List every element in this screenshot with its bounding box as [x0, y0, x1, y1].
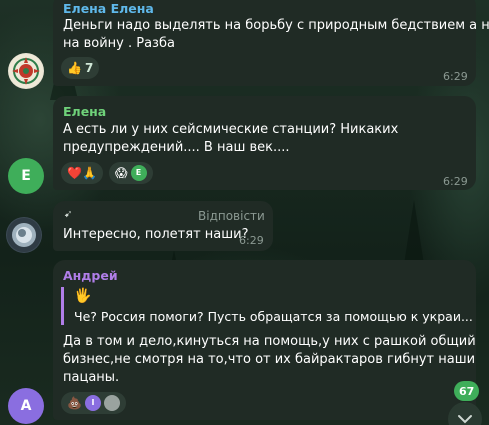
lens-avatar-icon — [7, 218, 41, 252]
avatar[interactable]: А — [8, 388, 44, 424]
message-time: 6:29 — [239, 234, 264, 247]
reaction-chip[interactable]: 👍 7 — [61, 57, 100, 79]
avatar[interactable]: Е — [8, 158, 44, 194]
sender-name[interactable]: Елена Елена — [63, 0, 154, 18]
reaction-chip[interactable]: ❤️🙏 — [61, 162, 103, 184]
reply-button[interactable]: Відповісти — [198, 207, 265, 225]
unread-count-badge[interactable]: 67 — [454, 381, 480, 401]
poop-icon: 💩 — [67, 396, 82, 410]
sender-name[interactable]: Андрей — [63, 267, 118, 285]
message-text-line: на войну . Разба — [63, 36, 175, 51]
quote-text: Че? Россия помоги? Пусть обращатся за по… — [74, 309, 473, 324]
raised-hand-icon: 🖐 — [74, 288, 92, 304]
reactor-avatar: І — [84, 395, 101, 411]
reply-icon: ➹ — [64, 209, 73, 220]
heart-pray-icon: ❤️🙏 — [67, 166, 97, 180]
message-text-line: бизнес,не смотря на то,что от их байракт… — [63, 352, 476, 367]
reaction-count: 7 — [84, 61, 94, 75]
chevron-down-icon — [458, 415, 472, 424]
reply-quote[interactable]: 🖐 Че? Россия помоги? Пусть обращатся за … — [61, 287, 473, 325]
reactor-avatar: Е — [130, 165, 147, 181]
message-time: 6:29 — [443, 70, 468, 83]
message-text-line: Интересно, полетят наши? — [63, 227, 249, 242]
reaction-chip[interactable]: 💩 І — [61, 392, 126, 414]
message-bubble[interactable]: Андрей 🖐 Че? Россия помоги? Пусть обраща… — [53, 260, 476, 420]
reaction-chip[interactable]: 😱 Е — [109, 162, 153, 184]
ornament-avatar-icon — [9, 54, 43, 88]
scream-icon: 😱 — [115, 166, 128, 180]
message-text-line: Да в том и дело,кинуться на помощь,у них… — [63, 334, 476, 349]
avatar[interactable] — [8, 53, 44, 89]
message-bubble[interactable]: ➹ Відповісти Интересно, полетят наши? 6:… — [53, 201, 273, 251]
reactor-avatar — [103, 395, 120, 411]
message-text-line: пацаны. — [63, 370, 120, 385]
message-bubble[interactable]: Елена А есть ли у них сейсмические станц… — [53, 96, 476, 190]
sender-name[interactable]: Елена — [63, 103, 106, 121]
message-time: 6:29 — [443, 175, 468, 188]
thumbs-up-icon: 👍 — [67, 61, 82, 75]
message-text-line: предупреждений.... В наш век.... — [63, 140, 290, 155]
message-text-line: Деньги надо выделять на борьбу с природн… — [63, 18, 489, 33]
message-bubble[interactable]: Елена Елена Деньги надо выделять на борь… — [53, 0, 489, 86]
message-text-line: А есть ли у них сейсмические станции? Ни… — [63, 122, 399, 137]
avatar[interactable] — [6, 217, 42, 253]
